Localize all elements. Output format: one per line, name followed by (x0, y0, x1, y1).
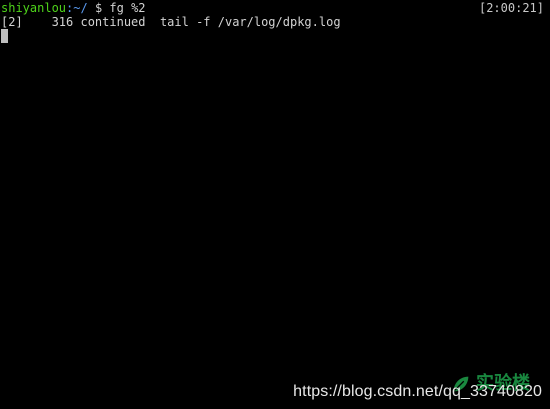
watermark: https://blog.csdn.net/qq_33740820 (293, 383, 542, 400)
watermark-url: https://blog.csdn.net/qq_33740820 (293, 383, 542, 400)
command-text: fg %2 (109, 1, 146, 15)
job-output-line: [2] 316 continued tail -f /var/log/dpkg.… (1, 15, 341, 29)
terminal-window[interactable]: shiyanlou:~/ $ fg %2 [2:00:21] [2] 316 c… (0, 0, 550, 409)
prompt-symbol: $ (87, 1, 110, 15)
text-cursor (1, 29, 8, 43)
prompt-user-host: shiyanlou (1, 1, 67, 15)
prompt-line: shiyanlou:~/ $ fg %2 (1, 1, 146, 15)
prompt-path: :~/ (66, 1, 88, 15)
clock-readout: [2:00:21] (478, 1, 544, 15)
